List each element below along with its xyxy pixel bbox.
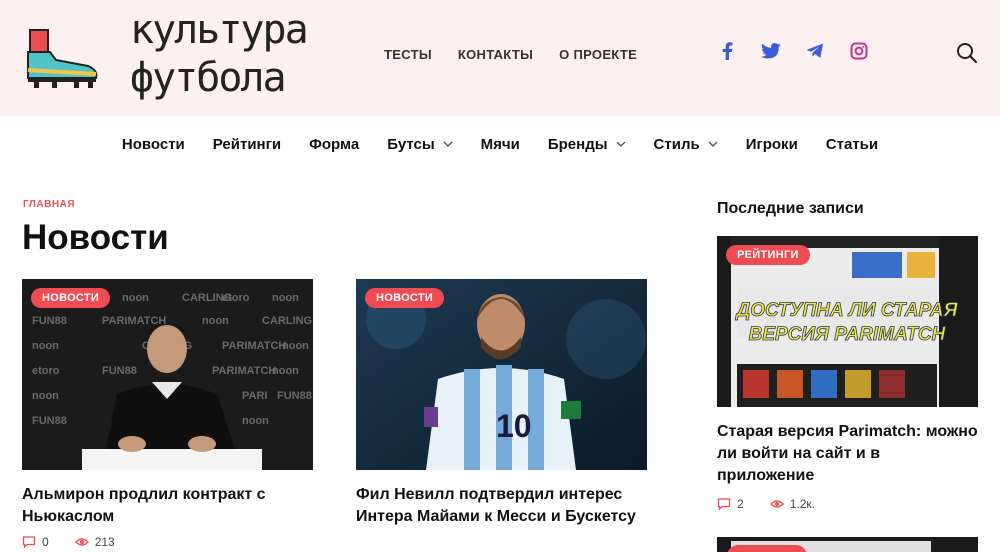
- svg-text:noon: noon: [32, 390, 59, 402]
- svg-text:noon: noon: [272, 365, 299, 377]
- nav-item-kits[interactable]: Форма: [309, 136, 359, 153]
- nav-item-label: Мячи: [480, 135, 520, 153]
- svg-text:noon: noon: [272, 292, 299, 304]
- category-badge[interactable]: РЕЙТИНГИ: [726, 245, 810, 265]
- comment-icon: [717, 498, 731, 511]
- image-headline-line-1: ДОСТУПНА ЛИ СТАРАЯ: [734, 300, 958, 321]
- article-image[interactable]: 10 НОВОСТИ: [356, 279, 647, 470]
- nav-item-label: Бутсы: [387, 135, 435, 153]
- top-menu-about[interactable]: О ПРОЕКТЕ: [559, 47, 637, 62]
- eye-icon: [74, 538, 89, 546]
- chevron-down-icon: [708, 141, 718, 147]
- svg-text:CARLING: CARLING: [262, 315, 312, 327]
- sidebar-post-next-image[interactable]: [717, 537, 978, 552]
- nav-item-news[interactable]: Новости: [122, 136, 185, 153]
- view-count: 213: [94, 535, 115, 549]
- top-menu-tests[interactable]: ТЕСТЫ: [384, 47, 432, 62]
- article-meta: 0 213: [22, 535, 313, 549]
- nav-item-label: Бренды: [547, 135, 608, 153]
- svg-text:noon: noon: [242, 415, 269, 427]
- nav-item-label: Стиль: [653, 135, 700, 153]
- svg-text:PARI: PARI: [242, 390, 267, 402]
- nav-item-players[interactable]: Игроки: [746, 136, 798, 153]
- svg-text:FUN88: FUN88: [277, 390, 312, 402]
- sidebar-post-image[interactable]: ДОСТУПНА ЛИ СТАРАЯ ВЕРСИЯ PARIMATCH РЕЙТ…: [717, 236, 978, 407]
- svg-text:etoro: etoro: [222, 292, 250, 304]
- twitter-icon[interactable]: [760, 40, 782, 62]
- svg-text:FUN88: FUN88: [32, 315, 67, 327]
- svg-text:noon: noon: [32, 340, 59, 352]
- logo-line-1: культура: [130, 7, 309, 53]
- eye-icon: [769, 500, 784, 508]
- category-badge[interactable]: НОВОСТИ: [365, 288, 445, 308]
- category-badge[interactable]: НОВОСТИ: [31, 288, 111, 308]
- view-count: 1.2к.: [789, 497, 815, 511]
- sidebar-post[interactable]: ДОСТУПНА ЛИ СТАРАЯ ВЕРСИЯ PARIMATCH РЕЙТ…: [717, 236, 978, 511]
- search-icon[interactable]: [956, 42, 978, 64]
- logo-text: культура футбола: [130, 6, 309, 102]
- nav-item-balls[interactable]: Мячи: [481, 136, 520, 153]
- article-title[interactable]: Фил Невилл подтвердил интерес Интера Май…: [356, 484, 647, 528]
- nav-item-brands[interactable]: Бренды: [548, 136, 626, 153]
- football-boot-icon: [27, 29, 98, 88]
- svg-text:PARIMATCH: PARIMATCH: [222, 340, 286, 352]
- top-menu: ТЕСТЫ КОНТАКТЫ О ПРОЕКТЕ: [384, 47, 637, 62]
- svg-text:FUN88: FUN88: [102, 365, 137, 377]
- nav-item-articles[interactable]: Статьи: [826, 136, 878, 153]
- nav-item-label: Форма: [309, 135, 360, 153]
- article-image[interactable]: noon CARLING etoro noon FUN88 PARIMATCH noon C…: [22, 279, 313, 470]
- sidebar-heading: Последние записи: [717, 200, 864, 217]
- article-card[interactable]: 10 НОВОСТИ Фил Невилл подтвердил интерес…: [356, 279, 647, 528]
- facebook-icon[interactable]: [716, 40, 738, 62]
- article-card[interactable]: noon CARLING etoro noon FUN88 PARIMATCH noon C…: [22, 279, 313, 549]
- breadcrumb[interactable]: ГЛАВНАЯ: [23, 199, 75, 210]
- nav-item-label: Новости: [121, 135, 185, 153]
- logo-line-2: футбола: [130, 55, 287, 101]
- svg-text:etoro: etoro: [32, 365, 60, 377]
- nav-item-label: Рейтинги: [212, 135, 282, 153]
- svg-text:noon: noon: [122, 292, 149, 304]
- sidebar-post-meta: 2 1.2к.: [717, 497, 978, 511]
- svg-text:10: 10: [496, 408, 532, 444]
- top-menu-contacts[interactable]: КОНТАКТЫ: [458, 47, 533, 62]
- instagram-icon[interactable]: [848, 40, 870, 62]
- next-post-image-preview: [717, 537, 978, 552]
- svg-text:noon: noon: [202, 315, 229, 327]
- image-headline-line-2: ВЕРСИЯ PARIMATCH: [749, 324, 947, 345]
- nav-item-boots[interactable]: Бутсы: [387, 135, 453, 153]
- nav-item-style[interactable]: Стиль: [654, 136, 718, 153]
- svg-text:noon: noon: [282, 340, 309, 352]
- site-header: культура футбола ТЕСТЫ КОНТАКТЫ О ПРОЕКТ…: [0, 0, 1000, 116]
- sidebar-post-title[interactable]: Старая версия Parimatch: можно ли войти …: [717, 421, 978, 487]
- site-logo[interactable]: культура футбола: [22, 6, 309, 106]
- nav-item-label: Статьи: [825, 135, 879, 153]
- chevron-down-icon: [616, 141, 626, 147]
- svg-text:FUN88: FUN88: [32, 415, 67, 427]
- telegram-icon[interactable]: [804, 40, 826, 62]
- article-title[interactable]: Альмирон продлил контракт с Ньюкаслом: [22, 484, 313, 528]
- comment-count: 2: [737, 497, 744, 511]
- chevron-down-icon: [443, 141, 453, 147]
- main-nav: Новости Рейтинги Форма Бутсы Мячи Бренды…: [0, 116, 1000, 172]
- svg-text:PARIMATCH: PARIMATCH: [212, 365, 276, 377]
- social-links: [716, 40, 870, 62]
- nav-item-ratings[interactable]: Рейтинги: [213, 136, 281, 153]
- page-title: Новости: [22, 218, 169, 257]
- comment-icon: [22, 536, 36, 549]
- nav-item-label: Игроки: [745, 135, 798, 153]
- comment-count: 0: [42, 535, 49, 549]
